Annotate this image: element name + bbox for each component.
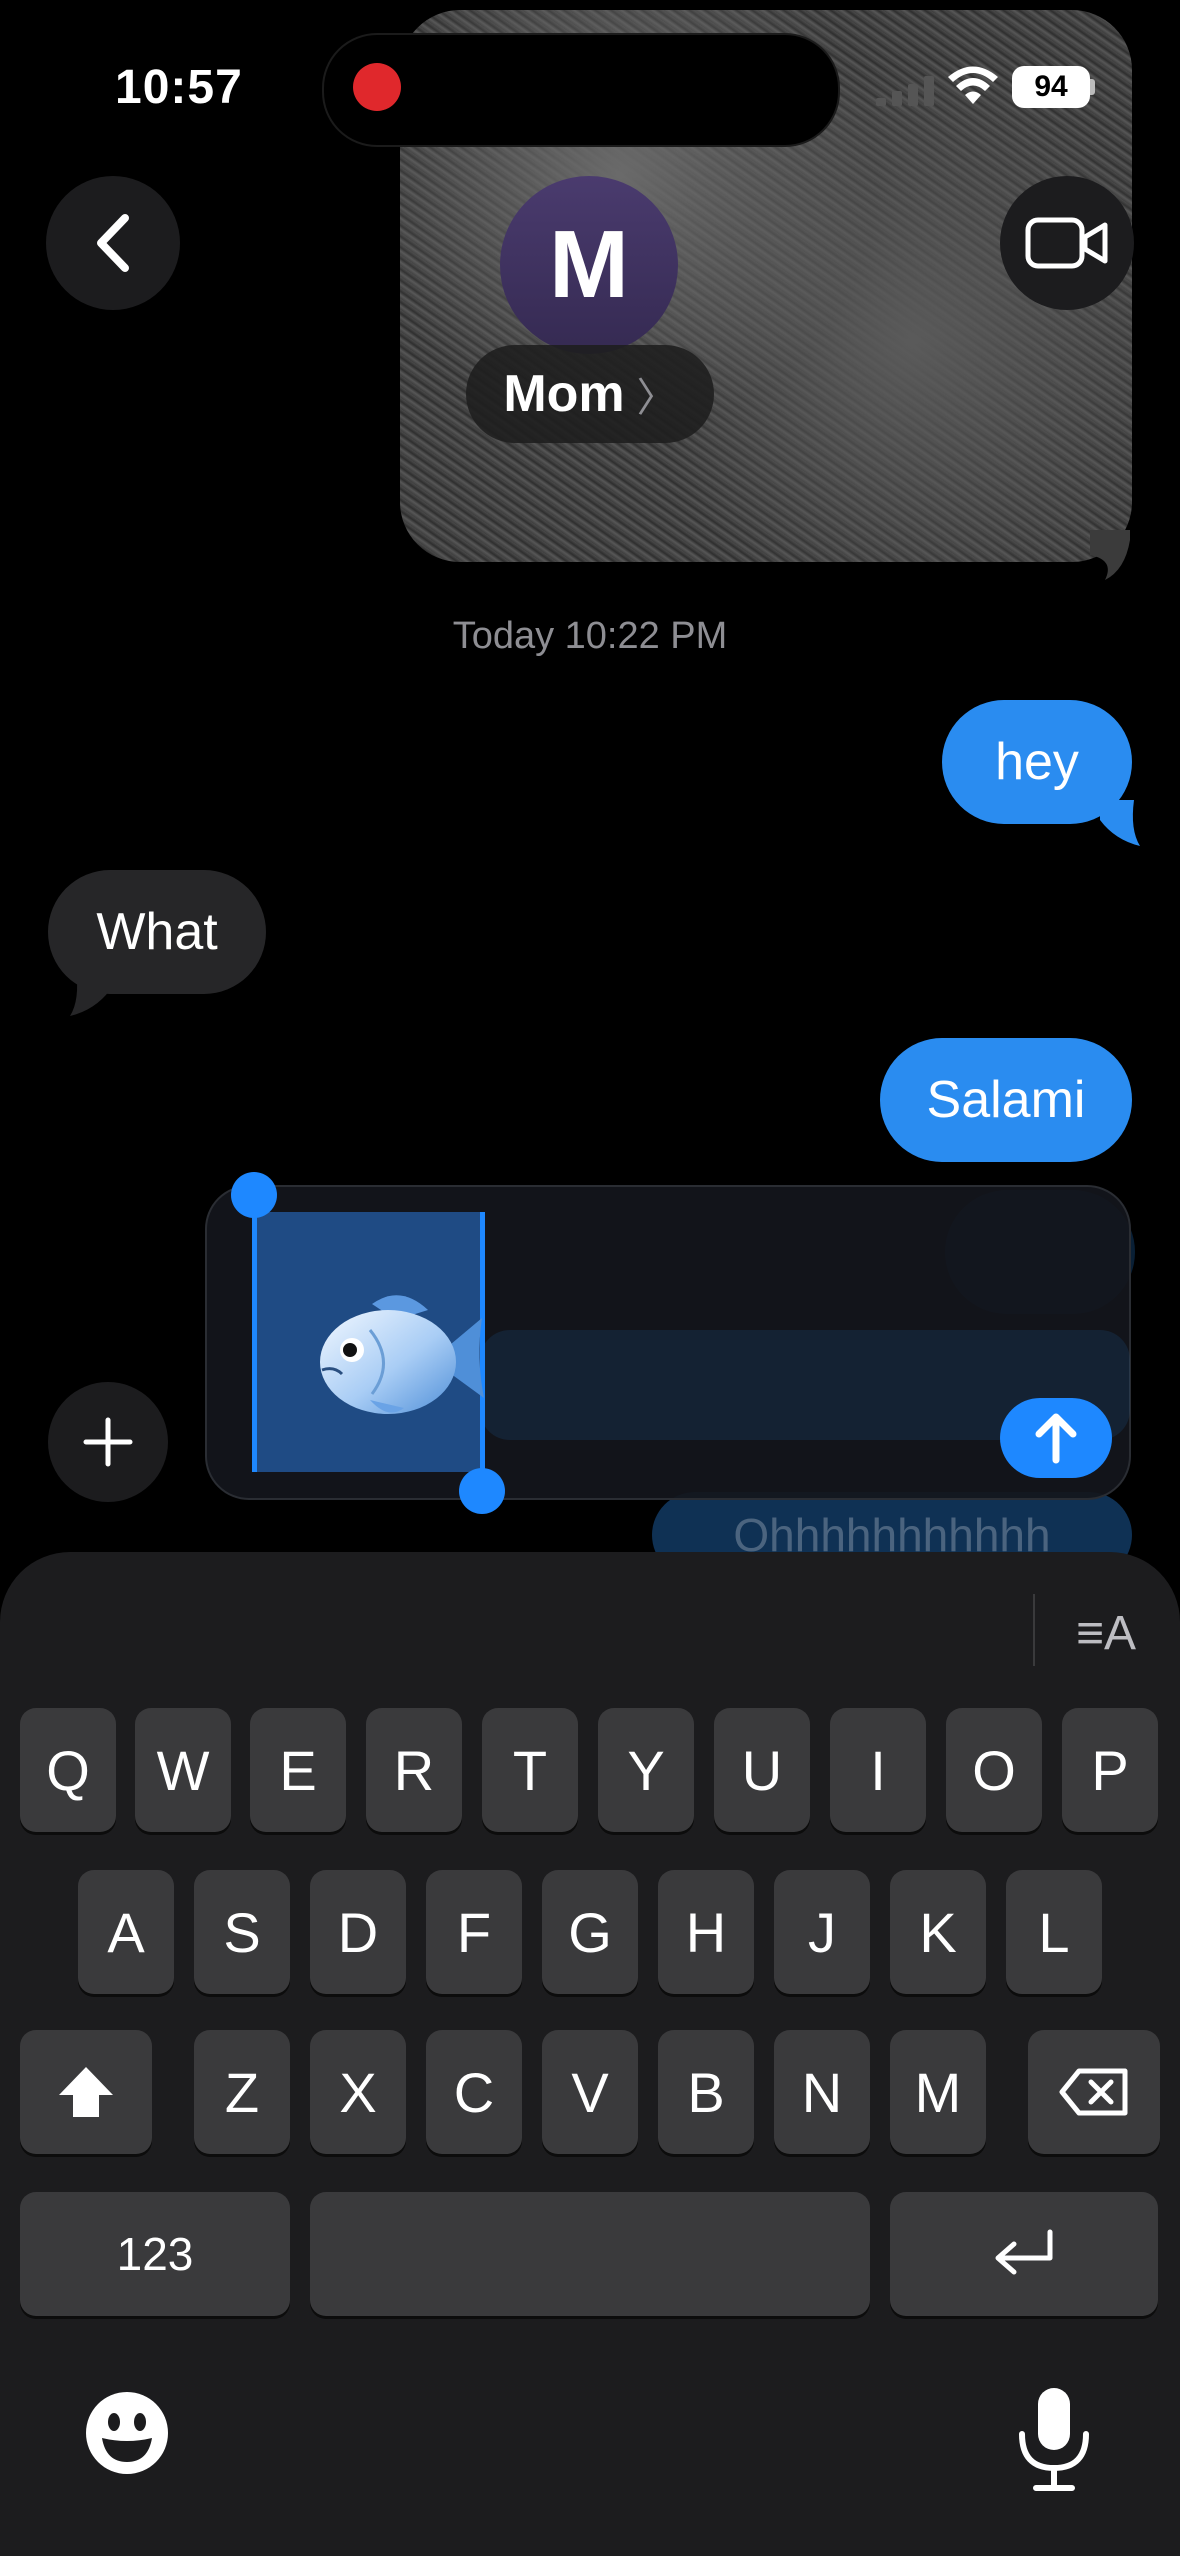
key-w[interactable]: W — [135, 1708, 231, 1832]
key-v[interactable]: V — [542, 2030, 638, 2154]
bubble-tail — [1100, 800, 1140, 846]
key-p[interactable]: P — [1062, 1708, 1158, 1832]
shift-key[interactable] — [20, 2030, 152, 2154]
space-key[interactable] — [310, 2192, 870, 2316]
key-d[interactable]: D — [310, 1870, 406, 1994]
contact-name-button[interactable]: Mom 〉 — [466, 345, 714, 443]
key-f[interactable]: F — [426, 1870, 522, 1994]
key-n[interactable]: N — [774, 2030, 870, 2154]
key-r[interactable]: R — [366, 1708, 462, 1832]
video-camera-icon — [1025, 217, 1108, 269]
back-chevron-icon — [97, 214, 129, 272]
microphone-icon[interactable] — [1010, 2384, 1098, 2494]
key-y[interactable]: Y — [598, 1708, 694, 1832]
key-b[interactable]: B — [658, 2030, 754, 2154]
shift-icon — [59, 2067, 113, 2117]
message-timestamp: Today 10:22 PM — [452, 615, 728, 657]
fish-emoji — [320, 1295, 484, 1414]
key-x[interactable]: X — [310, 2030, 406, 2154]
return-key[interactable] — [890, 2192, 1158, 2316]
status-time: 10:57 — [115, 61, 243, 114]
contact-avatar[interactable]: M — [500, 176, 678, 354]
back-button[interactable] — [46, 176, 180, 310]
delete-icon — [1059, 2068, 1128, 2116]
photo-bubble-tail — [1090, 530, 1130, 580]
chevron-right-icon: 〉 — [636, 376, 677, 420]
key-e[interactable]: E — [250, 1708, 346, 1832]
key-t[interactable]: T — [482, 1708, 578, 1832]
key-j[interactable]: J — [774, 1870, 870, 1994]
send-arrow-icon — [1035, 1413, 1077, 1464]
battery-indicator: 94 — [1012, 66, 1090, 108]
key-z[interactable]: Z — [194, 2030, 290, 2154]
key-s[interactable]: S — [194, 1870, 290, 1994]
video-call-button[interactable] — [1000, 176, 1134, 310]
battery-tip — [1090, 79, 1095, 95]
delete-key[interactable] — [1028, 2030, 1160, 2154]
plus-icon — [83, 1417, 133, 1467]
key-u[interactable]: U — [714, 1708, 810, 1832]
key-g[interactable]: G — [542, 1870, 638, 1994]
keyboard-toolbar-divider — [1033, 1594, 1035, 1666]
contact-name: Mom — [503, 365, 625, 423]
key-m[interactable]: M — [890, 2030, 986, 2154]
text-format-icon: ≡A — [1075, 1606, 1137, 1660]
key-k[interactable]: K — [890, 1870, 986, 1994]
numbers-key[interactable]: 123 — [20, 2192, 290, 2316]
wifi-icon — [948, 66, 998, 104]
key-q[interactable]: Q — [20, 1708, 116, 1832]
emoji-icon[interactable] — [82, 2388, 172, 2478]
selection-start-line — [252, 1212, 257, 1472]
key-c[interactable]: C — [426, 2030, 522, 2154]
message-bubble-sent[interactable]: Salami — [880, 1038, 1132, 1162]
key-o[interactable]: O — [946, 1708, 1042, 1832]
apps-plus-button[interactable] — [48, 1382, 168, 1502]
record-indicator-icon — [353, 63, 401, 111]
cellular-signal-icon — [876, 76, 934, 106]
text-format-button[interactable]: ≡A — [1068, 1598, 1144, 1668]
key-h[interactable]: H — [658, 1870, 754, 1994]
bubble-tail — [70, 970, 110, 1016]
selection-start-handle[interactable] — [231, 1172, 277, 1218]
return-icon — [995, 2229, 1053, 2275]
key-i[interactable]: I — [830, 1708, 926, 1832]
selection-end-handle[interactable] — [459, 1468, 505, 1514]
send-button[interactable] — [1000, 1398, 1112, 1478]
key-l[interactable]: L — [1006, 1870, 1102, 1994]
key-a[interactable]: A — [78, 1870, 174, 1994]
